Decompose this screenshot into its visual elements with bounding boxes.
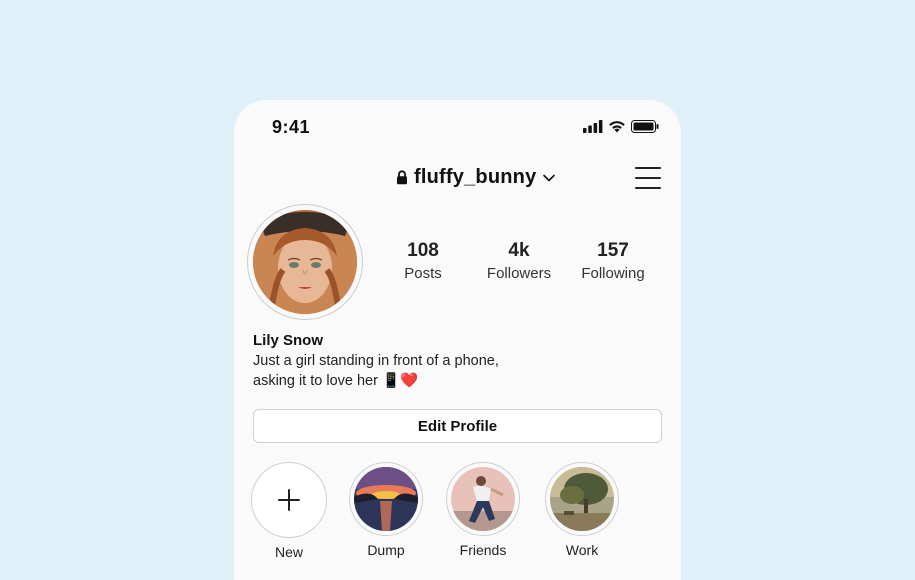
status-bar: 9:41 xyxy=(234,100,681,150)
highlight-new-label: New xyxy=(274,544,303,560)
stat-followers-count: 4k xyxy=(508,240,530,261)
highlight-friends-image xyxy=(451,467,515,531)
chevron-down-icon xyxy=(543,174,556,181)
status-icons xyxy=(583,120,659,133)
highlight-dump-ring xyxy=(349,462,423,536)
stat-following[interactable]: 157 Following xyxy=(563,240,663,282)
highlight-dump-image xyxy=(354,467,418,531)
highlight-new[interactable]: New xyxy=(249,462,329,560)
profile-header: fluffy_bunny xyxy=(234,162,681,198)
wifi-icon xyxy=(609,121,625,133)
signal-icon xyxy=(583,120,603,133)
highlight-work-ring xyxy=(545,462,619,536)
stat-followers-label: Followers xyxy=(486,265,552,282)
highlight-friends-ring xyxy=(446,462,520,536)
display-name: Lily Snow xyxy=(253,332,324,349)
stat-followers[interactable]: 4k Followers xyxy=(469,240,569,282)
status-time: 9:41 xyxy=(272,117,311,137)
battery-icon xyxy=(631,120,659,133)
avatar xyxy=(253,210,357,314)
profile-avatar-ring[interactable] xyxy=(247,204,363,320)
bio-line-1: Just a girl standing in front of a phone… xyxy=(253,353,499,369)
highlight-work-image xyxy=(550,467,614,531)
username: fluffy_bunny xyxy=(414,166,537,188)
highlight-dump[interactable]: Dump xyxy=(346,462,426,558)
plus-icon xyxy=(278,489,300,511)
highlight-friends[interactable]: Friends xyxy=(443,462,523,558)
highlight-work-label: Work xyxy=(565,542,599,558)
stat-posts-count: 108 xyxy=(407,240,439,261)
stat-following-count: 157 xyxy=(597,240,629,261)
stat-following-label: Following xyxy=(581,265,645,282)
highlight-new-ring xyxy=(251,462,327,538)
stat-posts-label: Posts xyxy=(404,265,442,282)
highlight-dump-label: Dump xyxy=(367,542,405,558)
stat-posts[interactable]: 108 Posts xyxy=(373,240,473,282)
hamburger-menu-icon[interactable] xyxy=(635,165,661,191)
account-switcher[interactable]: fluffy_bunny xyxy=(396,166,556,189)
highlight-friends-label: Friends xyxy=(459,542,507,558)
phone-screen: 9:41 fluffy_bunny 108 Posts 4k Followers… xyxy=(234,100,681,580)
bio-line-2: asking it to love her 📱❤️ xyxy=(253,373,419,389)
edit-profile-button[interactable]: Edit Profile xyxy=(253,409,662,443)
profile-bio: Lily Snow Just a girl standing in front … xyxy=(253,332,653,389)
lock-icon xyxy=(397,170,407,185)
highlight-work[interactable]: Work xyxy=(542,462,622,558)
